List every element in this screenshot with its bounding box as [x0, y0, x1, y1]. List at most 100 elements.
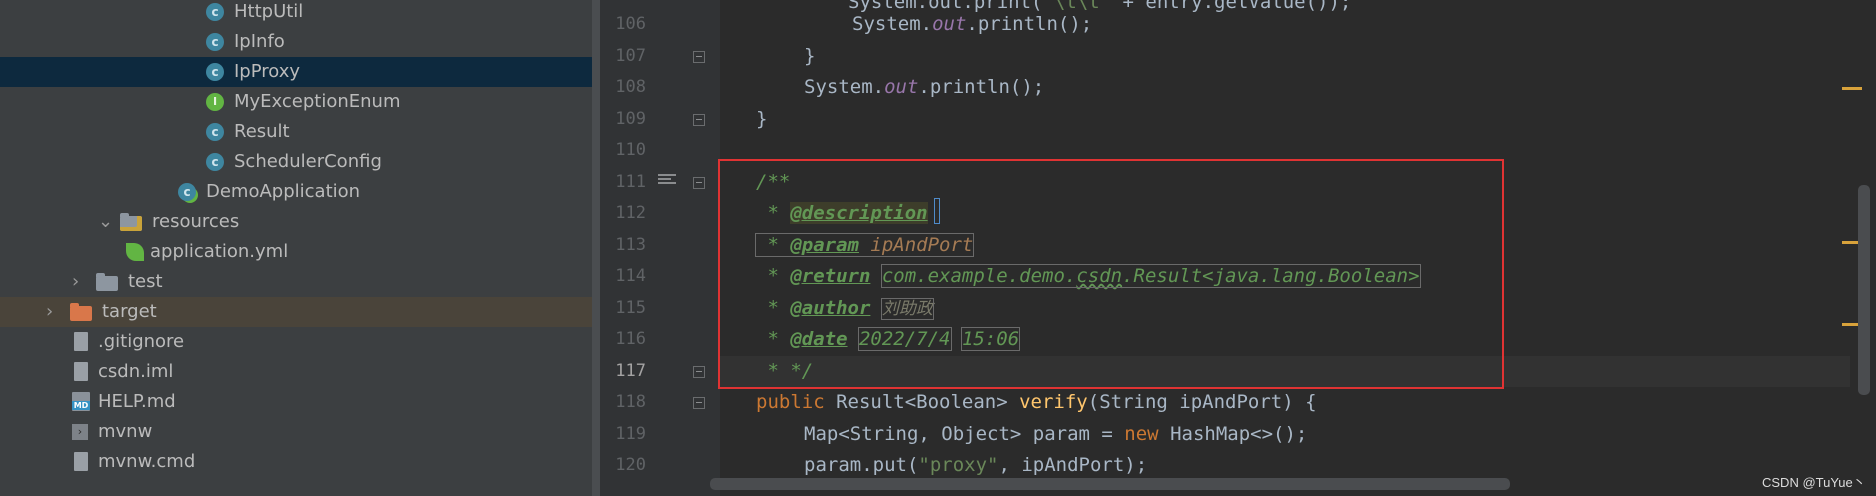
code-line-109: } [720, 104, 767, 136]
code-line-107: } [720, 41, 815, 73]
fold-marker-icon[interactable] [693, 51, 705, 63]
code-token: } [756, 107, 768, 130]
editor-vertical-scrollbar[interactable] [1858, 185, 1870, 395]
code-token: new [1124, 422, 1171, 445]
tree-item-label: IpInfo [234, 31, 285, 52]
fold-marker-icon[interactable] [693, 114, 705, 126]
code-line-106: System.out.println(); [720, 9, 1092, 41]
class-icon: c [206, 123, 224, 141]
resources-folder-icon [120, 213, 142, 231]
line-number: 117 [615, 360, 646, 381]
folder-icon [96, 273, 118, 291]
tree-item[interactable]: c HttpUtil [0, 0, 600, 27]
chevron-down-icon[interactable]: ⌄ [98, 207, 113, 237]
tree-item-label: HELP.md [98, 391, 176, 412]
tree-item[interactable]: ⌄ resources [0, 207, 600, 237]
code-token: "proxy" [918, 454, 999, 476]
watermark: CSDN @TuYue丶 [1762, 475, 1866, 490]
line-number: 118 [615, 392, 646, 412]
tree-item-label: HttpUtil [234, 1, 304, 22]
javadoc-highlight-box [718, 159, 1504, 389]
tree-item[interactable]: › test [0, 267, 600, 297]
tree-item[interactable]: c IpProxy [0, 57, 600, 87]
terminal-script-icon: › [72, 424, 88, 440]
tree-item-label: test [128, 271, 163, 292]
tree-item[interactable]: I MyExceptionEnum [0, 87, 600, 117]
tree-item-label: DemoApplication [206, 181, 361, 202]
tree-item-label: mvnw [98, 421, 153, 442]
tree-item-label: .gitignore [98, 331, 185, 352]
fold-marker-icon[interactable] [693, 397, 705, 409]
line-number: 106 [615, 14, 646, 34]
tree-item[interactable]: .gitignore [0, 327, 600, 357]
code-token: public [756, 391, 837, 413]
code-token: , ipAndPort); [998, 454, 1148, 476]
line-number: 116 [615, 329, 646, 349]
markdown-icon: MD [72, 392, 90, 411]
code-line-108: System.out.println(); [720, 72, 1044, 104]
code-token: HashMap<>(); [1170, 422, 1308, 445]
code-line-119: Map<String, Object> param = new HashMap<… [720, 419, 1307, 451]
code-token: Map<String, Object> param = [804, 422, 1125, 445]
fold-marker-icon[interactable] [693, 366, 705, 378]
class-icon: c [206, 3, 224, 21]
chevron-right-icon[interactable]: › [46, 297, 53, 327]
tree-item[interactable]: mvnw.cmd [0, 447, 600, 477]
spring-config-icon [126, 243, 144, 261]
line-number: 120 [615, 455, 646, 475]
tree-item[interactable]: c IpInfo [0, 27, 600, 57]
code-token: out [932, 13, 967, 35]
scroll-marker [1842, 87, 1862, 90]
tree-item[interactable]: MD HELP.md [0, 387, 600, 417]
fold-marker-icon[interactable] [693, 177, 705, 189]
code-token: System. [852, 13, 933, 35]
line-number: 110 [615, 140, 646, 160]
line-number: 108 [615, 77, 646, 97]
tree-item[interactable]: csdn.iml [0, 357, 600, 387]
code-token: Result<Boolean> [836, 391, 1020, 413]
code-token: } [804, 44, 816, 67]
tree-item[interactable]: c Result [0, 117, 600, 147]
interface-icon: I [206, 93, 224, 111]
tree-item-label: application.yml [150, 241, 289, 262]
tree-item-label: mvnw.cmd [98, 451, 196, 472]
line-number: 107 [615, 45, 646, 66]
line-number: 115 [615, 297, 646, 318]
line-number: 113 [615, 234, 646, 255]
code-line-120: param.put("proxy", ipAndPort); [720, 450, 1147, 482]
line-number: 111 [615, 171, 646, 192]
tree-item[interactable]: c DemoApplication [0, 177, 600, 207]
tree-item-label: target [102, 301, 157, 322]
editor-horizontal-scrollbar[interactable] [710, 478, 1510, 490]
code-token: verify [1019, 391, 1088, 413]
tree-item[interactable]: application.yml [0, 237, 600, 267]
excluded-folder-icon [70, 303, 92, 321]
chevron-right-icon[interactable]: › [72, 267, 79, 297]
code-token: .println(); [918, 76, 1045, 98]
tree-item-label: SchedulerConfig [234, 151, 382, 172]
file-icon [74, 332, 88, 351]
tree-item-label: IpProxy [234, 61, 301, 82]
code-token: out [884, 76, 919, 98]
tree-item[interactable]: › mvnw [0, 417, 600, 447]
line-number: 109 [615, 108, 646, 129]
code-line-118: public Result<Boolean> verify(String ipA… [720, 387, 1317, 419]
line-number: 114 [615, 266, 646, 286]
module-file-icon [74, 362, 88, 381]
spring-boot-class-icon: c [178, 183, 196, 201]
project-tree-scrollbar[interactable] [592, 0, 600, 496]
code-token: .println(); [966, 13, 1093, 35]
tree-item-label: resources [152, 211, 240, 232]
render-doc-toggle-icon[interactable] [658, 174, 676, 188]
code-token: (String ipAndPort) { [1087, 391, 1317, 413]
tree-item[interactable]: › target [0, 297, 600, 327]
class-icon: c [206, 33, 224, 51]
project-tree-panel: c HttpUtil c IpInfo c IpProxy I MyExceptionEnum… [0, 0, 600, 496]
tree-item[interactable]: c SchedulerConfig [0, 147, 600, 177]
class-icon: c [206, 63, 224, 81]
code-token: param.put( [804, 454, 919, 476]
class-icon: c [206, 153, 224, 171]
tree-item-label: MyExceptionEnum [234, 91, 401, 112]
line-number: 119 [615, 423, 646, 444]
line-number: 112 [615, 203, 646, 223]
